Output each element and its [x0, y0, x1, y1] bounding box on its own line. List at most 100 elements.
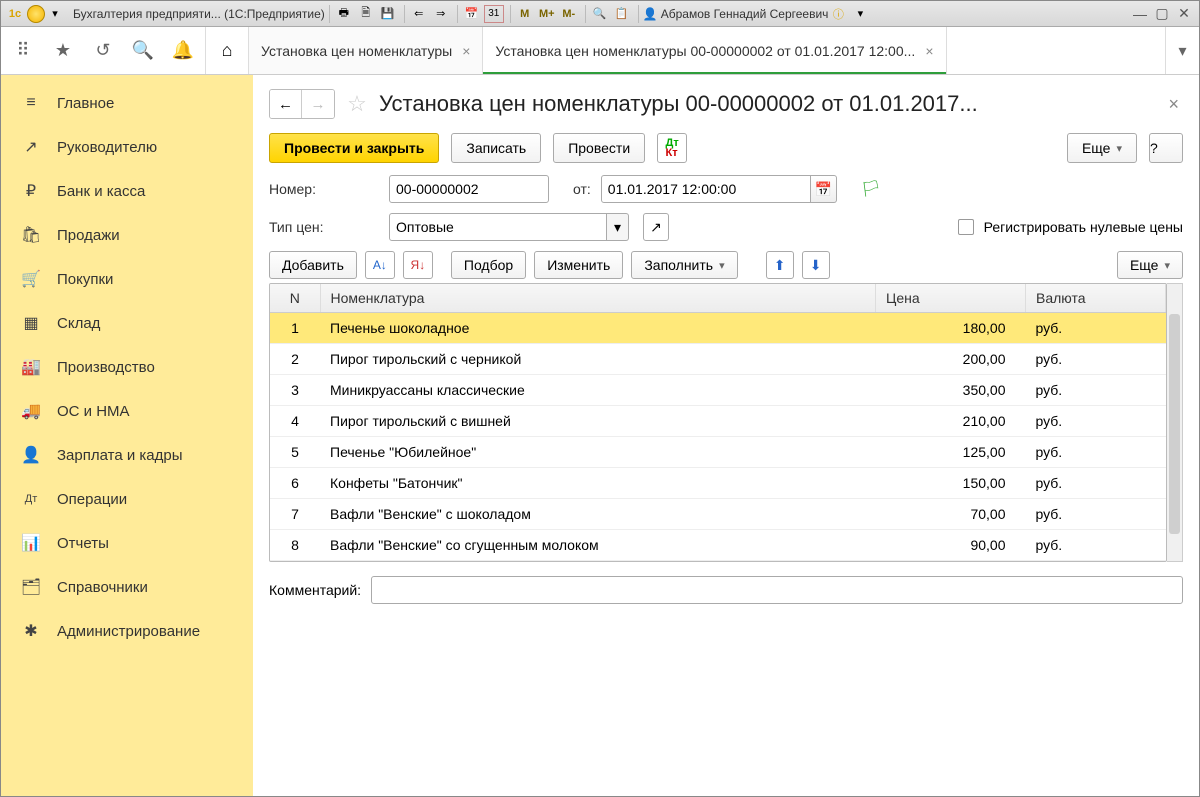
clipboard-icon[interactable]: 📋	[612, 5, 632, 23]
gear-icon: ✱	[19, 621, 43, 641]
home-button[interactable]: ⌂	[205, 27, 249, 74]
info-dropdown-icon[interactable]: ▾	[850, 5, 870, 23]
save-button[interactable]: Записать	[451, 133, 541, 163]
search-icon[interactable]: 🔍	[129, 37, 157, 65]
add-row-button[interactable]: Добавить	[269, 251, 357, 279]
notifications-icon[interactable]: 🔔	[169, 37, 197, 65]
price-type-open-button[interactable]: ↗	[643, 213, 669, 241]
sidebar-item-sales[interactable]: 🛍 Продажи	[1, 213, 253, 257]
sidebar-item-assets[interactable]: 🚚ОС и НМА	[1, 389, 253, 433]
calc-m-plus[interactable]: M+	[537, 5, 557, 23]
grid-more-button[interactable]: Еще	[1117, 251, 1183, 279]
cell-n: 6	[270, 468, 320, 499]
print-icon[interactable]: 🖶	[334, 5, 354, 23]
tab-price-list[interactable]: Установка цен номенклатуры ×	[249, 27, 483, 74]
sort-desc-button[interactable]: Я↓	[403, 251, 433, 279]
nav-back-button[interactable]: ←	[270, 90, 302, 118]
col-header-nomenclature[interactable]: Номенклатура	[320, 284, 876, 313]
move-down-button[interactable]: ⬇	[802, 251, 830, 279]
sidebar-item-manager[interactable]: ↗Руководителю	[1, 125, 253, 169]
history-icon[interactable]: ↺	[89, 37, 117, 65]
post-and-close-button[interactable]: Провести и закрыть	[269, 133, 439, 163]
link-fwd-icon[interactable]: ⇒	[431, 5, 451, 23]
col-header-currency[interactable]: Валюта	[1026, 284, 1166, 313]
tab-close-icon[interactable]: ×	[925, 43, 933, 59]
cart-icon: 🛒	[19, 269, 43, 289]
tabs-menu-button[interactable]: ▾	[1165, 27, 1199, 74]
calendar-31-icon[interactable]: 31	[484, 5, 504, 23]
sidebar-item-purchases[interactable]: 🛒 Покупки	[1, 257, 253, 301]
dtkt-button[interactable]: ДтКт	[657, 133, 687, 163]
doc-close-icon[interactable]: ×	[1164, 94, 1183, 115]
table-row[interactable]: 8Вафли "Венские" со сгущенным молоком90,…	[270, 530, 1166, 561]
number-input[interactable]	[389, 175, 549, 203]
preview-icon[interactable]: 🗎	[356, 5, 376, 23]
post-button[interactable]: Провести	[553, 133, 645, 163]
sidebar-item-production[interactable]: 🏭Производство	[1, 345, 253, 389]
help-button[interactable]: ?	[1149, 133, 1183, 163]
sidebar-item-catalogs[interactable]: 🗂Справочники	[1, 565, 253, 609]
maximize-icon[interactable]: ▢	[1151, 5, 1173, 22]
tab-price-doc[interactable]: Установка цен номенклатуры 00-00000002 о…	[483, 27, 946, 74]
select-button[interactable]: Подбор	[451, 251, 526, 279]
move-up-button[interactable]: ⬆	[766, 251, 794, 279]
folder-icon: 🗂	[19, 577, 43, 597]
calendar-picker-icon[interactable]: 📅	[811, 175, 837, 203]
system-menu-icon[interactable]	[27, 5, 45, 23]
fill-button[interactable]: Заполнить	[631, 251, 737, 279]
table-row[interactable]: 6Конфеты "Батончик"150,00руб.	[270, 468, 1166, 499]
scrollbar-thumb[interactable]	[1169, 314, 1180, 534]
calendar-icon[interactable]: 📅	[462, 5, 482, 23]
col-header-n[interactable]: N	[270, 284, 320, 313]
favorite-star-icon[interactable]: ☆	[343, 91, 371, 117]
cell-n: 1	[270, 313, 320, 344]
doc-header: ← → ☆ Установка цен номенклатуры 00-0000…	[269, 89, 1183, 119]
sidebar-item-operations[interactable]: ДтОперации	[1, 477, 253, 521]
table-row[interactable]: 5Печенье "Юбилейное"125,00руб.	[270, 437, 1166, 468]
price-type-input[interactable]	[389, 213, 607, 241]
edit-button[interactable]: Изменить	[534, 251, 623, 279]
home-icon: ⌂	[222, 40, 233, 61]
sort-asc-button[interactable]: А↓	[365, 251, 395, 279]
bag-icon: 🛍	[19, 225, 43, 245]
sidebar-item-warehouse[interactable]: ▦Склад	[1, 301, 253, 345]
sidebar-item-admin[interactable]: ✱Администрирование	[1, 609, 253, 653]
sidebar-item-label: Покупки	[57, 271, 113, 288]
date-input[interactable]	[601, 175, 811, 203]
save-icon[interactable]: 💾	[378, 5, 398, 23]
zoom-icon[interactable]: 🔍	[590, 5, 610, 23]
sidebar-item-reports[interactable]: 📊Отчеты	[1, 521, 253, 565]
comment-input[interactable]	[371, 576, 1183, 604]
tab-close-icon[interactable]: ×	[462, 43, 470, 59]
cell-currency: руб.	[1026, 375, 1166, 406]
table-row[interactable]: 4Пирог тирольский с вишней210,00руб.	[270, 406, 1166, 437]
user-block[interactable]: 👤 Абрамов Геннадий Сергеевич	[643, 7, 829, 21]
table-row[interactable]: 2Пирог тирольский с черникой200,00руб.	[270, 344, 1166, 375]
calc-m[interactable]: M	[515, 5, 535, 23]
cell-currency: руб.	[1026, 530, 1166, 561]
price-type-dropdown-icon[interactable]: ▾	[607, 213, 629, 241]
calc-m-minus[interactable]: M-	[559, 5, 579, 23]
close-window-icon[interactable]: ✕	[1173, 5, 1195, 22]
nav-forward-button[interactable]: →	[302, 90, 334, 118]
info-icon[interactable]: ⓘ	[828, 5, 848, 23]
sidebar-item-main[interactable]: ≡Главное	[1, 81, 253, 125]
sidebar-item-hr[interactable]: 👤Зарплата и кадры	[1, 433, 253, 477]
register-zero-checkbox[interactable]	[958, 219, 974, 235]
sidebar-item-bank[interactable]: ₽Банк и касса	[1, 169, 253, 213]
grid-scrollbar[interactable]	[1167, 283, 1183, 562]
col-header-price[interactable]: Цена	[876, 284, 1026, 313]
link-back-icon[interactable]: ⇐	[409, 5, 429, 23]
table-row[interactable]: 1Печенье шоколадное180,00руб.	[270, 313, 1166, 344]
sidebar-item-label: Продажи	[57, 227, 120, 244]
apps-grid-icon[interactable]: ⠿	[9, 37, 37, 65]
dropdown-icon[interactable]: ▾	[45, 5, 65, 23]
favorites-icon[interactable]: ★	[49, 37, 77, 65]
sidebar-item-label: Производство	[57, 359, 155, 376]
command-bar: Провести и закрыть Записать Провести ДтК…	[269, 133, 1183, 163]
more-button[interactable]: Еще	[1067, 133, 1137, 163]
table-row[interactable]: 7Вафли "Венские" с шоколадом70,00руб.	[270, 499, 1166, 530]
table-row[interactable]: 3Миникруассаны классические350,00руб.	[270, 375, 1166, 406]
minimize-icon[interactable]: —	[1129, 6, 1151, 22]
price-type-label: Тип цен:	[269, 219, 379, 235]
